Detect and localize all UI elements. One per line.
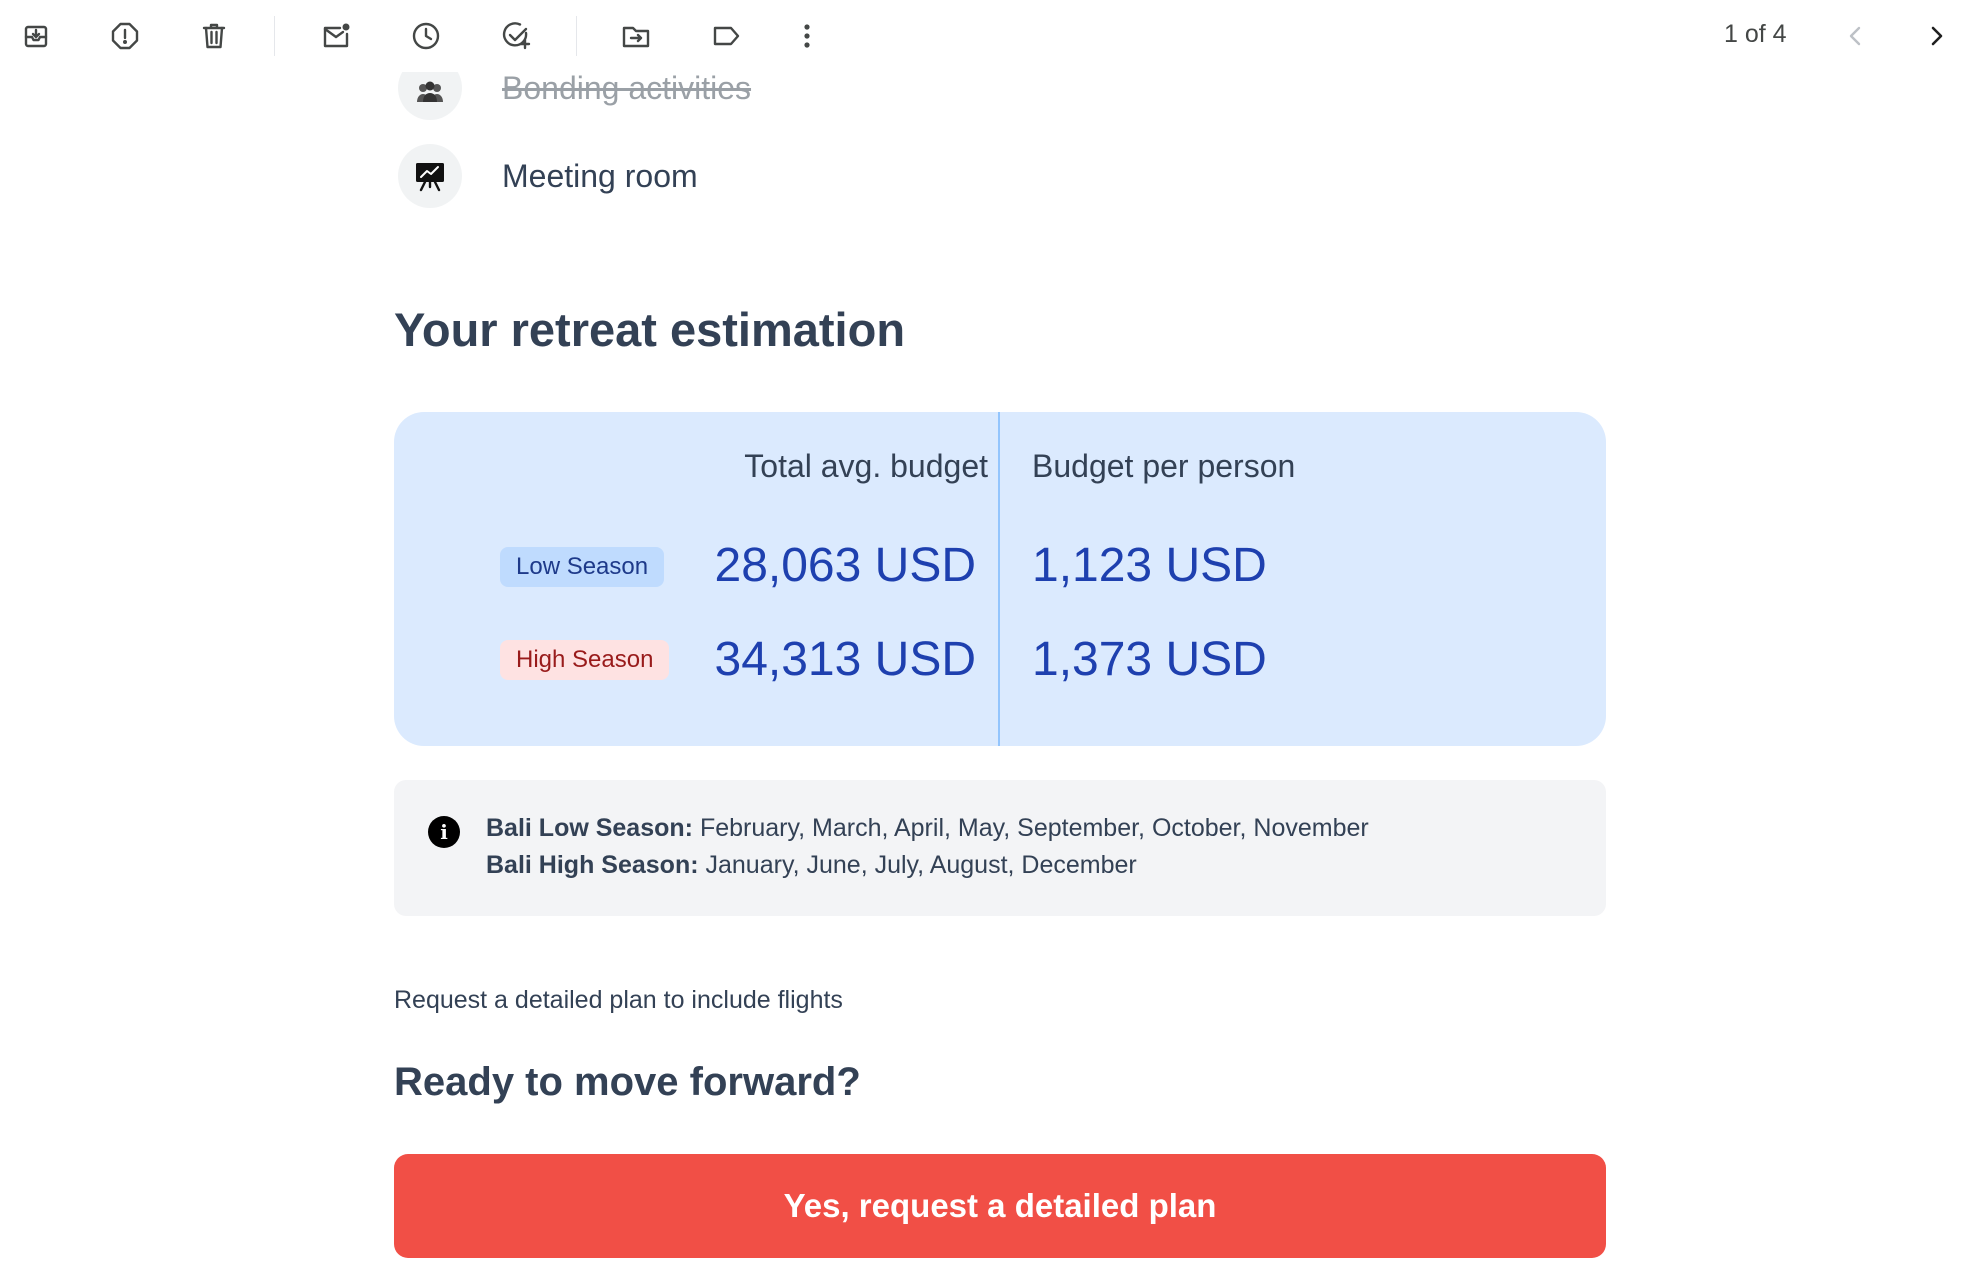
chevron-left-icon [1849, 26, 1861, 46]
move-to-button[interactable] [614, 14, 658, 58]
mark-unread-button[interactable] [314, 14, 358, 58]
low-season-total: 28,063 USD [714, 539, 977, 592]
high-season-badge: High Season [500, 640, 670, 680]
high-season-info: Bali High Season: January, June, July, A… [486, 851, 1137, 880]
activity-label: Meeting room [502, 157, 698, 194]
report-spam-button[interactable] [103, 14, 147, 58]
add-task-icon [502, 22, 531, 50]
high-season-info-label: Bali High Season: [486, 851, 699, 879]
pagination-label: 1 of 4 [1724, 20, 1787, 48]
high-season-total: 34,313 USD [714, 633, 977, 686]
label-icon [713, 26, 740, 46]
low-season-per-person: 1,123 USD [1032, 539, 1267, 592]
low-season-info-label: Bali Low Season: [486, 814, 693, 842]
mark-unread-icon [323, 23, 350, 48]
per-person-header: Budget per person [1032, 448, 1296, 484]
info-icon: i [428, 816, 460, 848]
low-season-info: Bali Low Season: February, March, April,… [486, 814, 1369, 843]
chevron-right-icon [1931, 26, 1943, 46]
snooze-icon [412, 22, 440, 50]
newer-button[interactable] [1834, 14, 1878, 58]
more-icon [804, 24, 810, 48]
cta-heading: Ready to move forward? [394, 1060, 861, 1104]
add-task-button[interactable] [494, 14, 538, 58]
report-spam-icon [111, 22, 139, 50]
high-season-per-person: 1,373 USD [1032, 633, 1267, 686]
total-budget-header: Total avg. budget [744, 448, 988, 484]
archive-icon [24, 25, 48, 48]
snooze-button[interactable] [404, 14, 448, 58]
delete-button[interactable] [192, 14, 236, 58]
high-season-months: January, June, July, August, December [705, 851, 1137, 879]
season-info-box: i Bali Low Season: February, March, Apri… [394, 780, 1606, 916]
estimation-card: Total avg. budget Budget per person Low … [394, 412, 1606, 746]
request-plan-button[interactable]: Yes, request a detailed plan [394, 1154, 1606, 1258]
low-season-months: February, March, April, May, September, … [699, 814, 1369, 842]
older-button[interactable] [1914, 14, 1958, 58]
low-season-badge: Low Season [500, 547, 665, 587]
label-button[interactable] [704, 14, 748, 58]
list-item-meeting-room: Meeting room [398, 144, 698, 208]
presentation-board-icon [398, 144, 462, 208]
move-to-icon [622, 26, 650, 48]
column-divider [998, 412, 1000, 746]
email-toolbar: 1 of 4 [0, 0, 1978, 72]
more-button[interactable] [785, 14, 829, 58]
estimation-title: Your retreat estimation [394, 303, 906, 356]
flights-note: Request a detailed plan to include fligh… [394, 986, 843, 1014]
archive-button[interactable] [14, 14, 58, 58]
activity-label: Bonding activities [502, 69, 752, 106]
delete-icon [202, 23, 226, 49]
